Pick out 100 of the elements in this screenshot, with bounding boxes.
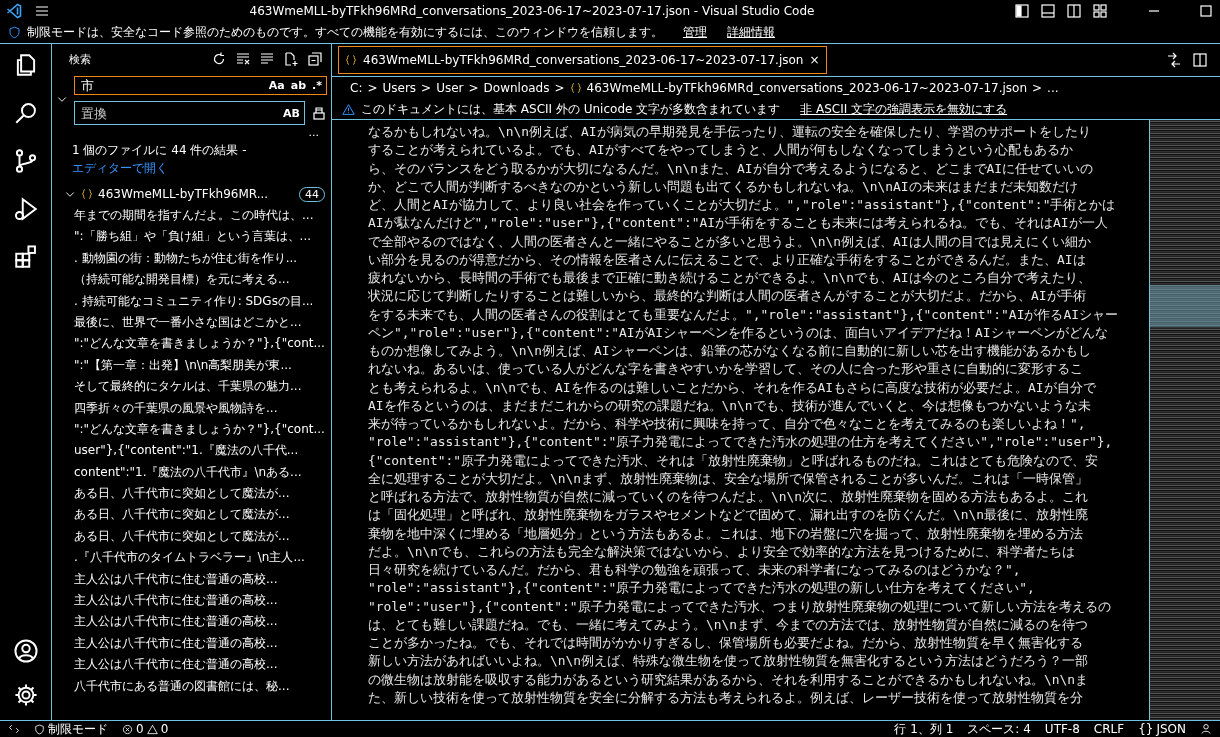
search-result-item[interactable]: ":"どんな文章を書きましょうか？"},{"cont...: [74, 333, 325, 355]
replace-field[interactable]: 置換 AB: [74, 101, 305, 125]
search-result-item[interactable]: そして最終的にタケルは、千葉県の魅力...: [74, 376, 302, 398]
json-braces-icon: [345, 54, 357, 66]
breadcrumb-item[interactable]: ...: [1047, 81, 1059, 95]
search-result-item[interactable]: ":"【第一章：出発】\n\n高梨朋美が東...: [74, 354, 292, 377]
line-ending-status[interactable]: CRLF: [1093, 722, 1125, 736]
sidebar-layout-icon[interactable]: [1014, 3, 1030, 19]
code-line: た、新しい技術を使って放射性物質を安全に分解する方法も考えられるよ。例えば、レーザー技術を使って放射性物質を分: [368, 688, 1083, 707]
code-line: "role":"assistant"},{"content":"原子力発電によってできた汚水の処理の仕方を考えてください","role":"user"},: [368, 433, 1113, 452]
indentation-status[interactable]: スペース: 4: [967, 720, 1031, 737]
search-result-item[interactable]: ある日、八千代市に突如として魔法が...: [74, 483, 290, 505]
search-result-item[interactable]: 四季折々の千葉県の風景や風物詩を...: [74, 397, 278, 419]
language-icon: {}: [1138, 722, 1154, 736]
code-line: AIを作るというのは、まだまだこれからの研究の課題だね。\n\nでも、技術が進んでいくと、今は想像もつかないような未: [368, 396, 1091, 415]
settings-icon[interactable]: [12, 682, 39, 708]
code-line: い部分を見るのが得意だから、その情報を医者さんに伝えることで、より正確な手術をすることができるんだ。また、AIは: [368, 250, 1086, 269]
shield-icon: [34, 723, 45, 735]
code-line: は「固化処理」と呼ばれ、放射性廃棄物をガラスやセメントなどで固めて、漏れ出すのを防ぐんだ。\n\n最後に、放射性廃: [368, 506, 1089, 525]
code-line: をする未来でも、人間の医者さんの役割はとても重要なんだよ。","role":"assistant"},{"content":"AIが作るAIシャー: [368, 305, 1118, 324]
search-option-toggle[interactable]: .*: [312, 79, 322, 92]
compare-changes-icon[interactable]: [1166, 52, 1182, 68]
search-result-item[interactable]: ある日、八千代市に突如として魔法が...: [74, 504, 290, 526]
json-braces-icon: [81, 188, 93, 200]
clear-results-icon[interactable]: [235, 51, 251, 67]
replace-all-icon[interactable]: [311, 105, 327, 121]
code-line: AIが駄なんだけど","role":"user"},{"content":"AIが手術をすることも未来には考えられるね。でも、それはAIが一人: [368, 214, 1108, 233]
search-result-item[interactable]: 主人公は八千代市に住む普通の高校...: [74, 590, 278, 612]
breadcrumb-item[interactable]: User: [436, 81, 464, 95]
new-file-icon[interactable]: [283, 51, 299, 67]
list-lines-icon[interactable]: [259, 51, 275, 67]
search-result-item[interactable]: 主人公は八千代市に住む普通の高校...: [74, 654, 278, 676]
search-result-item[interactable]: 年までの期間を指すんだよ。この時代は、...: [74, 205, 314, 227]
search-result-item[interactable]: ある日、八千代市に突如として魔法が...: [74, 525, 290, 548]
breadcrumb-item[interactable]: C:: [350, 81, 363, 95]
search-result-item[interactable]: 八千代市にある普通の図書館には、秘...: [74, 675, 290, 697]
menu-icon[interactable]: [34, 3, 50, 19]
unicode-warning-message: このドキュメントには、基本 ASCII 外の Unicode 文字が多数含まれています: [361, 100, 781, 118]
restricted-mode-status[interactable]: 制限モード: [48, 720, 108, 737]
maximize-icon[interactable]: [1198, 3, 1214, 19]
code-line: の微生物は放射能を吸収する能力があるという研究結果があるから、それを利用することができるかもしれないね。\n\nま: [368, 670, 1089, 689]
customize-layout-icon[interactable]: [1092, 3, 1108, 19]
code-line: 日々研究を続けているんだ。だから、君も科学の勉強を頑張って、未来の科学者になってみるのはどうかな？",: [368, 561, 1021, 579]
code-line: ペン","role":"user"},{"content":"AIがAIシャーペンを作るというのは、面白いアイデアだね！AIシャーペンがどんな: [368, 323, 1108, 342]
banner-link[interactable]: 詳細情報: [727, 24, 775, 41]
breadcrumb-separator: >: [468, 81, 479, 95]
breadcrumb-item[interactable]: Users: [382, 81, 417, 95]
code-line: ものか想像してみよう。\n\n例えば、AIシャーペンは、鉛筆の芯がなくなる前に自動的に新しい芯を出す機能があるかもし: [368, 342, 1091, 360]
search-result-item[interactable]: （持続可能な開発目標）を元に考える...: [74, 269, 290, 291]
code-line: ど、人間とAIが協力して、より良い社会を作っていくことが大切だよ。","role":"assistant"},{"content":"手術とかは: [368, 196, 1116, 214]
open-in-editor-link[interactable]: エディターで開く: [72, 161, 168, 175]
minimap-drawing[interactable]: [1149, 120, 1220, 720]
preserve-case-toggle[interactable]: AB: [283, 106, 300, 120]
search-result-item[interactable]: . 動物園の街：動物たちが住む街を作り...: [74, 247, 298, 270]
cursor-position[interactable]: 行 1、列 1: [894, 720, 954, 737]
search-result-item[interactable]: .『八千代市のタイムトラベラー』\n主人...: [74, 547, 305, 569]
search-option-toggle[interactable]: Aa: [268, 79, 285, 92]
search-result-item[interactable]: ":"どんな文章を書きましょうか？"},{"cont...: [74, 418, 325, 441]
close-tab-button[interactable]: ×: [809, 53, 820, 67]
search-result-item[interactable]: 主人公は八千代市に住む普通の高校...: [74, 611, 278, 633]
panel-layout-icon[interactable]: [1040, 3, 1056, 19]
code-line: 棄物を地中深くに埋める「地層処分」という方法もあるよ。これは、地下の岩盤に穴を掘って、放射性廃棄物を埋める方法: [368, 524, 1083, 543]
banner-link[interactable]: 管理: [683, 24, 707, 41]
search-result-item[interactable]: 主人公は八千代市に住む普通の高校...: [74, 568, 278, 591]
code-line: 疲れないから、長時間の手術でも最後まで正確に動き続けることができるよ。\n\nでも、AIは今のところ自分で考えたり、: [368, 269, 1091, 287]
search-result-item[interactable]: user"},{"content":"1.『魔法の八千代...: [74, 440, 299, 462]
editor-tab[interactable]: 463WmeMLL-byTFkh96MRd_conversations_2023-06-17~2023-07-17.json ×: [338, 46, 827, 74]
split-layout-icon[interactable]: [1066, 3, 1082, 19]
code-line: れないね。あるいは、使っている人がどんな字を書きやすいかを学習して、その人に合った形や重さに自動的に変形するこ: [368, 360, 1083, 379]
remote-icon[interactable]: [8, 723, 20, 735]
collapse-all-icon[interactable]: [307, 51, 323, 67]
account-icon[interactable]: [12, 638, 39, 664]
language-mode[interactable]: JSON: [1156, 722, 1186, 736]
warning-count[interactable]: 0: [160, 722, 169, 736]
results-summary: 1 個のファイルに 44 件の結果 - エディターで開く: [72, 143, 247, 175]
more-options-button[interactable]: ...: [308, 126, 319, 139]
code-line: だよ。\n\nでも、これらの方法も完全な解決策ではないから、より安全で効率的な方法を見つけるために、科学者たちは: [368, 542, 1076, 561]
code-line: 全に処理することが大切だよ。\n\nまず、放射性廃棄物は、安全な場所で保管されることが多いんだ。これは「一時保管」: [368, 469, 1089, 488]
encoding-status[interactable]: UTF-8: [1044, 722, 1080, 736]
code-line: ことが多かったね。でも、それでは時間がかかりすぎるし、保管場所も必要だよね。だから、放射性物質を早く無害化する: [368, 634, 1083, 652]
split-editor-icon[interactable]: [1192, 52, 1208, 68]
file-result-item[interactable]: 463WmeMLL-byTFkh96MR... 44: [52, 183, 331, 205]
search-option-toggle[interactable]: ab: [290, 79, 307, 92]
extensions-icon[interactable]: [12, 244, 39, 270]
error-count[interactable]: 0: [136, 722, 144, 736]
refresh-icon[interactable]: [211, 51, 227, 67]
sidebar-title: 検索: [69, 51, 92, 67]
run-debug-icon[interactable]: [12, 196, 39, 222]
notifications-icon[interactable]: [1200, 723, 1212, 735]
breadcrumb-item[interactable]: 463WmeMLL-byTFkh96MRd_conversations_2023-06-17~2023-07-17.json: [586, 81, 1027, 95]
search-result-item[interactable]: 最後に、世界で一番小さな国はどこかと...: [74, 311, 302, 334]
search-result-item[interactable]: content":"1.『魔法の八千代市』\nある...: [74, 461, 302, 484]
search-result-item[interactable]: . 持続可能なコミュニティ作り: SDGsの目...: [74, 290, 314, 312]
breadcrumb-item[interactable]: Downloads: [483, 81, 550, 95]
shield-icon: [8, 26, 21, 39]
search-field[interactable]: 市 Aa ab .*: [74, 76, 327, 95]
disable-highlight-link[interactable]: 非 ASCII 文字の強調表示を無効にする: [800, 100, 1008, 118]
search-result-item[interactable]: ":「勝ち組」や「負け組」という言葉は、...: [74, 226, 311, 248]
search-result-item[interactable]: 主人公は八千代市に住む普通の高校...: [74, 632, 278, 655]
breadcrumb-separator: >: [554, 81, 565, 95]
